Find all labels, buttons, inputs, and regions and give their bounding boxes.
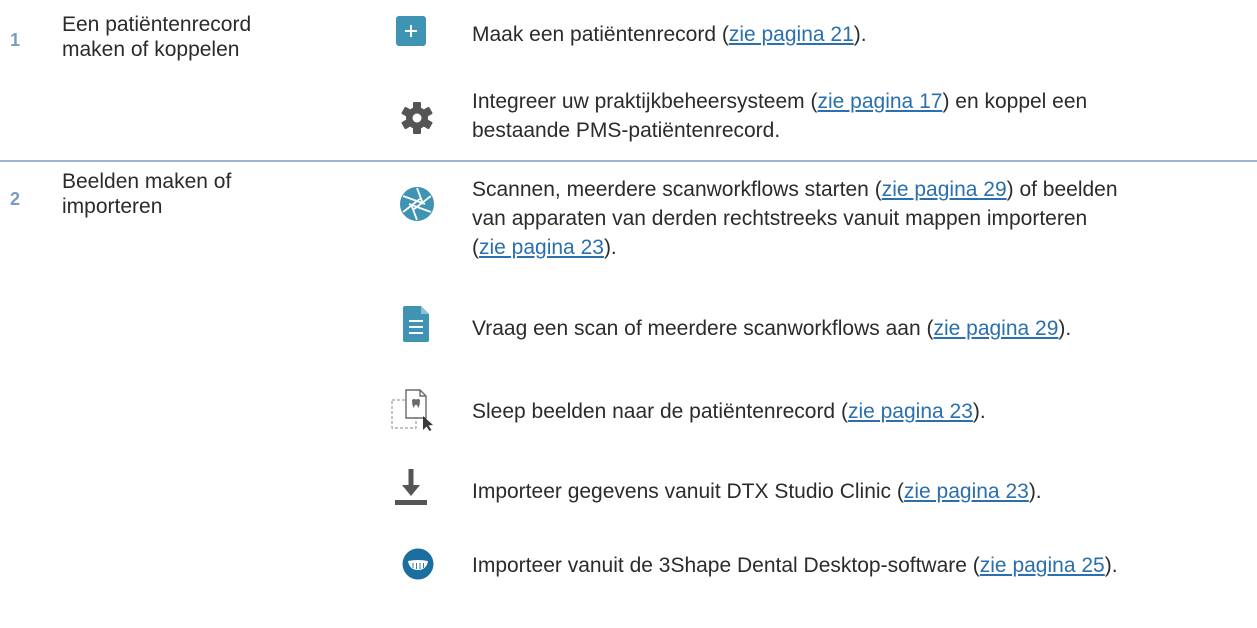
document-icon: [403, 306, 429, 342]
row-text: Importeer vanuit de 3Shape Dental Deskto…: [472, 551, 1118, 580]
plus-icon: [396, 16, 426, 46]
text: Scannen, meerdere scanworkflows starten …: [472, 178, 882, 201]
dental-scan-icon: [402, 548, 434, 580]
step-number: 1: [10, 30, 21, 50]
text: Importeer vanuit de 3Shape Dental Deskto…: [472, 554, 980, 577]
text-line: Integreer uw praktijkbeheersysteem (zie …: [472, 87, 1087, 116]
text: (: [472, 236, 479, 259]
download-icon: [395, 469, 427, 505]
step-title-line: maken of koppelen: [62, 38, 240, 61]
row-text: Integreer uw praktijkbeheersysteem (zie …: [472, 87, 1087, 145]
text: Importeer gegevens vanuit DTX Studio Cli…: [472, 480, 904, 503]
text: ).: [1104, 554, 1118, 577]
drag-image-icon: [391, 389, 433, 431]
text: Integreer uw praktijkbeheersysteem (: [472, 90, 818, 113]
page-link[interactable]: zie pagina 23: [904, 480, 1029, 503]
step-title-line: importeren: [62, 195, 163, 218]
step-title: Beelden maken of importeren: [62, 169, 231, 219]
text-line: (zie pagina 23).: [472, 233, 1118, 262]
page-link[interactable]: zie pagina 23: [479, 236, 604, 259]
text-line: Scannen, meerdere scanworkflows starten …: [472, 175, 1118, 204]
page-link[interactable]: zie pagina 29: [882, 178, 1007, 201]
step-title-line: Een patiëntenrecord: [62, 13, 252, 36]
section-divider: [0, 160, 1257, 162]
page-link[interactable]: zie pagina 23: [848, 400, 973, 423]
text-line: van apparaten van derden rechtstreeks va…: [472, 207, 1088, 230]
text: ).: [972, 400, 986, 423]
gear-icon: [401, 102, 433, 134]
text: ).: [1058, 317, 1072, 340]
row-text: Sleep beelden naar de patiëntenrecord (z…: [472, 397, 986, 426]
text-line: bestaande PMS-patiëntenrecord.: [472, 119, 781, 142]
row-text: Scannen, meerdere scanworkflows starten …: [472, 175, 1118, 262]
row-text: Maak een patiëntenrecord (zie pagina 21)…: [472, 20, 867, 49]
page-link[interactable]: zie pagina 17: [818, 90, 943, 113]
step-number: 2: [10, 189, 21, 209]
text: ).: [853, 23, 867, 46]
step-title: Een patiëntenrecord maken of koppelen: [62, 12, 251, 62]
page-link[interactable]: zie pagina 29: [933, 317, 1058, 340]
text: ) of beelden: [1006, 178, 1118, 201]
text: Maak een patiëntenrecord (: [472, 23, 729, 46]
page-link[interactable]: zie pagina 21: [729, 23, 854, 46]
text: ) en koppel een: [942, 90, 1088, 113]
text: ).: [603, 236, 617, 259]
step-title-line: Beelden maken of: [62, 170, 232, 193]
page-link[interactable]: zie pagina 25: [980, 554, 1105, 577]
text: Vraag een scan of meerdere scanworkflows…: [472, 317, 934, 340]
text: Sleep beelden naar de patiëntenrecord (: [472, 400, 848, 423]
row-text: Importeer gegevens vanuit DTX Studio Cli…: [472, 477, 1042, 506]
row-text: Vraag een scan of meerdere scanworkflows…: [472, 314, 1071, 343]
aperture-icon: [400, 187, 434, 221]
text: ).: [1028, 480, 1042, 503]
